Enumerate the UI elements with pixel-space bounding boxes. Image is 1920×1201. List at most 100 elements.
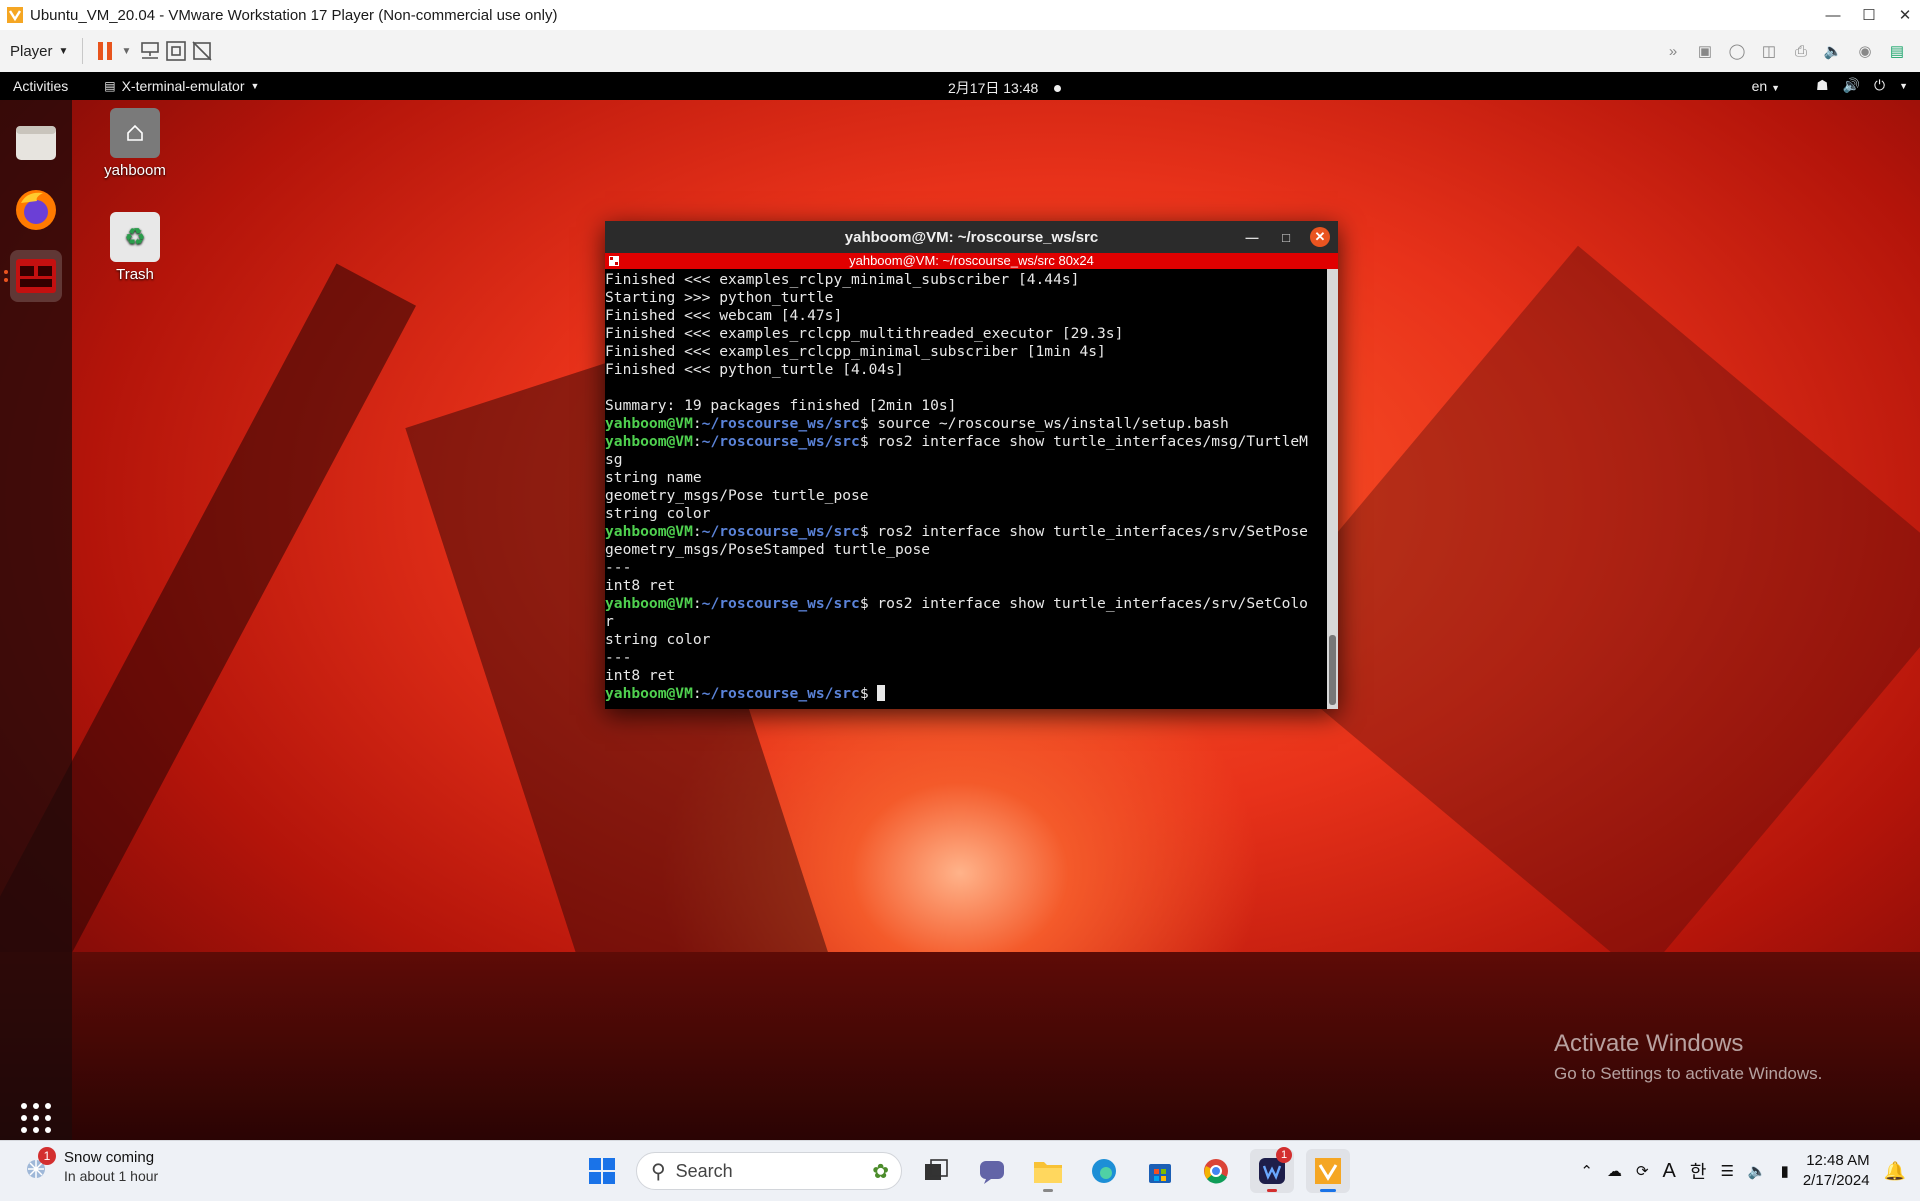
terminal-scrollbar[interactable] bbox=[1327, 269, 1338, 709]
teams-chat-button[interactable] bbox=[970, 1149, 1014, 1193]
terminal-command-line: yahboom@VM:~/roscourse_ws/src$ source ~/… bbox=[605, 415, 1229, 432]
terminal-titlebar[interactable]: yahboom@VM: ~/roscourse_ws/src — □ ✕ bbox=[605, 221, 1338, 253]
weather-badge: 1 bbox=[38, 1146, 56, 1165]
wifi-icon[interactable]: ☰ bbox=[1720, 1162, 1733, 1180]
onedrive-icon[interactable]: ☁ bbox=[1607, 1162, 1622, 1180]
more-devices-icon[interactable]: » bbox=[1660, 38, 1686, 64]
terminal-minimize-button[interactable]: — bbox=[1242, 227, 1262, 247]
terminal-close-button[interactable]: ✕ bbox=[1310, 227, 1330, 247]
running-indicator-icon bbox=[4, 278, 8, 282]
player-menu[interactable]: Player ▼ bbox=[10, 43, 68, 60]
notification-bell-icon[interactable]: 🔔 bbox=[1884, 1161, 1906, 1182]
running-indicator-icon bbox=[1267, 1189, 1277, 1192]
chevron-down-icon: ▼ bbox=[250, 81, 260, 91]
prompt-path: ~/roscourse_ws/src bbox=[701, 433, 860, 450]
show-applications-button[interactable] bbox=[18, 1100, 54, 1136]
terminal-command-line: yahboom@VM:~/roscourse_ws/src$ ros2 inte… bbox=[605, 433, 1308, 450]
files-icon bbox=[16, 126, 56, 160]
scrollbar-thumb[interactable] bbox=[1329, 635, 1336, 705]
dock-files[interactable] bbox=[10, 116, 62, 168]
pause-icon bbox=[98, 42, 113, 60]
terminal-output[interactable]: Finished <<< examples_rclpy_minimal_subs… bbox=[605, 269, 1327, 711]
start-button[interactable] bbox=[580, 1149, 624, 1193]
running-indicator-icon bbox=[1320, 1189, 1336, 1192]
speaker-icon[interactable]: 🔈 bbox=[1748, 1162, 1767, 1180]
terminal-maximize-button[interactable]: □ bbox=[1276, 227, 1296, 247]
terminal-line: sg bbox=[605, 451, 623, 468]
store-button[interactable] bbox=[1138, 1149, 1182, 1193]
terminal-line: --- bbox=[605, 649, 632, 666]
vmware-taskbar-button[interactable] bbox=[1306, 1149, 1350, 1193]
taskbar-search[interactable]: ⚲ Search ✿ bbox=[636, 1152, 902, 1190]
activities-button[interactable]: Activities bbox=[13, 78, 68, 94]
windows-taskbar: 1 Snow coming In about 1 hour ⚲ Search ✿ bbox=[0, 1140, 1920, 1201]
desktop-icon-trash[interactable]: ♻ Trash bbox=[90, 212, 180, 283]
chevron-down-icon[interactable]: ▼ bbox=[1899, 81, 1908, 91]
sound-card-icon[interactable]: 🔈 bbox=[1820, 38, 1846, 64]
terminator-icon bbox=[609, 256, 619, 266]
taskbar-clock[interactable]: 12:48 AM 2/17/2024 bbox=[1803, 1151, 1870, 1191]
desktop-icon-label: Trash bbox=[116, 266, 154, 283]
dock-firefox[interactable] bbox=[10, 184, 62, 236]
message-log-icon[interactable]: ▤ bbox=[1884, 38, 1910, 64]
dock bbox=[0, 100, 72, 1140]
minimize-button[interactable]: — bbox=[1818, 0, 1848, 30]
prompt-path: ~/roscourse_ws/src bbox=[701, 415, 860, 432]
search-highlight-icon: ✿ bbox=[872, 1161, 889, 1183]
cd-dvd-icon[interactable]: ◯ bbox=[1724, 38, 1750, 64]
language-indicator[interactable]: 한 bbox=[1690, 1158, 1707, 1184]
terminal-title: yahboom@VM: ~/roscourse_ws/src bbox=[844, 228, 1099, 246]
close-button[interactable]: ✕ bbox=[1890, 0, 1920, 30]
prompt-user: yahboom@VM bbox=[605, 433, 693, 450]
task-view-button[interactable] bbox=[914, 1149, 958, 1193]
unity-mode-button[interactable] bbox=[189, 38, 215, 64]
power-icon[interactable]: ⏻ bbox=[1874, 77, 1885, 94]
activate-subtitle: Go to Settings to activate Windows. bbox=[1554, 1064, 1823, 1083]
terminal-line: Finished <<< python_turtle [4.04s] bbox=[605, 361, 904, 378]
dock-terminal[interactable] bbox=[10, 250, 62, 302]
fit-window-icon bbox=[166, 41, 187, 61]
hard-disk-icon[interactable]: ▣ bbox=[1692, 38, 1718, 64]
volume-icon[interactable]: 🔊 bbox=[1843, 77, 1860, 94]
chrome-button[interactable] bbox=[1194, 1149, 1238, 1193]
printer-icon[interactable]: ⎙ bbox=[1788, 38, 1814, 64]
network-icon[interactable]: ☗ bbox=[1816, 77, 1829, 94]
prompt-user: yahboom@VM bbox=[605, 415, 693, 432]
wechat-work-button[interactable]: 1 bbox=[1250, 1147, 1294, 1193]
fit-guest-button[interactable] bbox=[163, 38, 189, 64]
terminal-line: Summary: 19 packages finished [2min 10s] bbox=[605, 397, 957, 414]
edge-button[interactable] bbox=[1082, 1149, 1126, 1193]
task-view-icon bbox=[925, 1159, 948, 1180]
terminal-line: string color bbox=[605, 505, 711, 522]
vmware-logo-icon bbox=[7, 7, 23, 23]
desktop-icon-home[interactable]: yahboom bbox=[90, 108, 180, 179]
send-ctrl-alt-del-button[interactable] bbox=[137, 38, 163, 64]
activate-windows-watermark: Activate Windows Go to Settings to activ… bbox=[1554, 1030, 1822, 1084]
weather-widget[interactable]: 1 Snow coming In about 1 hour bbox=[22, 1146, 158, 1184]
battery-icon[interactable]: ▮ bbox=[1781, 1162, 1789, 1180]
wallpaper-shard bbox=[1243, 245, 1920, 979]
clock[interactable]: 2月17日 13:48 bbox=[948, 78, 1062, 98]
prompt-path: ~/roscourse_ws/src bbox=[701, 523, 860, 540]
snow-weather-icon: 1 bbox=[22, 1146, 56, 1183]
app-menu[interactable]: ▤ X-terminal-emulator ▼ bbox=[104, 78, 259, 94]
usb-icon[interactable]: ◉ bbox=[1852, 38, 1878, 64]
file-explorer-button[interactable] bbox=[1026, 1149, 1070, 1193]
terminal-line-empty: ​ bbox=[605, 379, 1327, 397]
pause-button[interactable] bbox=[93, 38, 119, 64]
command-text: $ ros2 interface show turtle_interfaces/… bbox=[859, 595, 1308, 612]
unity-icon bbox=[192, 41, 212, 61]
chevron-up-icon[interactable]: ⌃ bbox=[1580, 1162, 1593, 1180]
folder-icon bbox=[1034, 1162, 1062, 1183]
terminal-window-icon bbox=[16, 259, 56, 293]
terminal-subtitle-bar: yahboom@VM: ~/roscourse_ws/src 80x24 bbox=[605, 253, 1338, 269]
keyboard-layout[interactable]: en ▼ bbox=[1752, 78, 1780, 94]
terminal-window[interactable]: yahboom@VM: ~/roscourse_ws/src — □ ✕ yah… bbox=[605, 221, 1338, 709]
pause-dropdown-icon[interactable]: ▼ bbox=[121, 46, 131, 57]
sync-icon[interactable]: ⟳ bbox=[1636, 1162, 1649, 1180]
ime-mode[interactable]: A bbox=[1663, 1160, 1676, 1183]
network-adapter-icon[interactable]: ◫ bbox=[1756, 38, 1782, 64]
search-placeholder: Search bbox=[675, 1160, 733, 1181]
maximize-button[interactable]: ☐ bbox=[1854, 0, 1884, 30]
terminal-subtitle: yahboom@VM: ~/roscourse_ws/src 80x24 bbox=[849, 253, 1094, 268]
